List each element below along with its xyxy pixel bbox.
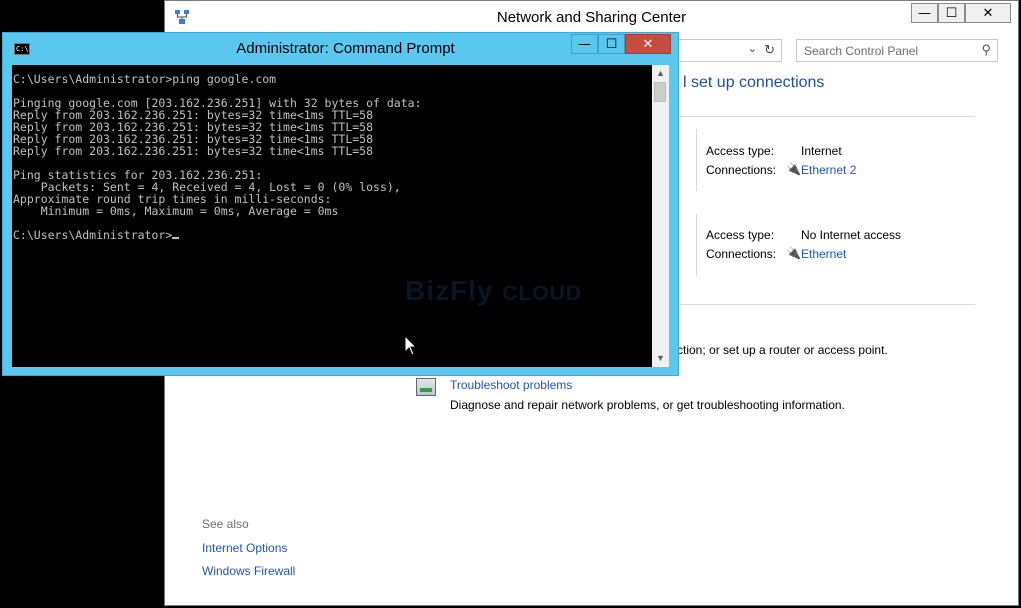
access-type-value: No Internet access — [801, 228, 902, 242]
ethernet-icon: 🔌 — [786, 162, 801, 176]
troubleshoot-icon — [416, 378, 436, 396]
nsc-titlebar[interactable]: Network and Sharing Center — ☐ ✕ — [165, 1, 1018, 34]
search-placeholder: Search Control Panel — [804, 44, 919, 58]
troubleshoot-description: Diagnose and repair network problems, or… — [450, 398, 845, 412]
connections-label: Connections: — [706, 247, 777, 261]
divider — [680, 116, 975, 117]
ethernet-icon: 🔌 — [786, 246, 801, 260]
windows-firewall-link[interactable]: Windows Firewall — [202, 564, 295, 578]
divider — [696, 214, 697, 276]
troubleshoot-problems-link[interactable]: Troubleshoot problems — [450, 378, 572, 392]
internet-options-link[interactable]: Internet Options — [202, 541, 287, 555]
search-input[interactable]: Search Control Panel ⚲ — [796, 39, 998, 62]
watermark-brand: BizFly — [405, 275, 494, 306]
chevron-down-icon[interactable]: ⌄ — [748, 42, 757, 55]
close-button[interactable]: ✕ — [625, 34, 671, 54]
scroll-up-icon[interactable]: ▲ — [652, 65, 669, 82]
window-title: Network and Sharing Center — [496, 9, 687, 26]
text-cursor — [172, 237, 180, 239]
bizfly-cloud-watermark: BizFly CLOUD — [405, 275, 582, 307]
divider — [680, 304, 975, 305]
scroll-thumb[interactable] — [654, 82, 666, 102]
connection-link-ethernet[interactable]: Ethernet — [801, 247, 846, 261]
vertical-scrollbar[interactable]: ▲ ▼ — [652, 65, 669, 367]
search-icon[interactable]: ⚲ — [981, 42, 991, 58]
divider — [696, 129, 697, 191]
minimize-button[interactable]: — — [911, 3, 938, 23]
console-text: C:\Users\Administrator>ping google.com P… — [12, 65, 652, 241]
maximize-button[interactable]: ☐ — [938, 3, 965, 23]
connection-link-ethernet-2[interactable]: Ethernet 2 — [801, 163, 856, 177]
see-also-heading: See also — [202, 517, 249, 531]
task-description: ction; or set up a router or access poin… — [677, 343, 888, 357]
close-button[interactable]: ✕ — [965, 3, 1011, 23]
access-type-label: Access type: — [706, 228, 775, 242]
page-heading: l set up connections — [683, 74, 825, 91]
access-type-label: Access type: — [706, 144, 775, 158]
scroll-down-icon[interactable]: ▼ — [652, 350, 669, 367]
console-lines: C:\Users\Administrator>ping google.com P… — [13, 72, 422, 242]
command-prompt-window: C:\ Administrator: Command Prompt — ☐ ✕ … — [2, 32, 679, 376]
connections-label: Connections: — [706, 163, 777, 177]
maximize-button[interactable]: ☐ — [598, 34, 625, 54]
minimize-button[interactable]: — — [571, 34, 598, 54]
refresh-icon[interactable]: ↻ — [764, 42, 775, 58]
watermark-cloud: CLOUD — [502, 282, 582, 305]
access-type-value: Internet — [801, 144, 842, 158]
console-output[interactable]: C:\Users\Administrator>ping google.com P… — [12, 65, 652, 367]
